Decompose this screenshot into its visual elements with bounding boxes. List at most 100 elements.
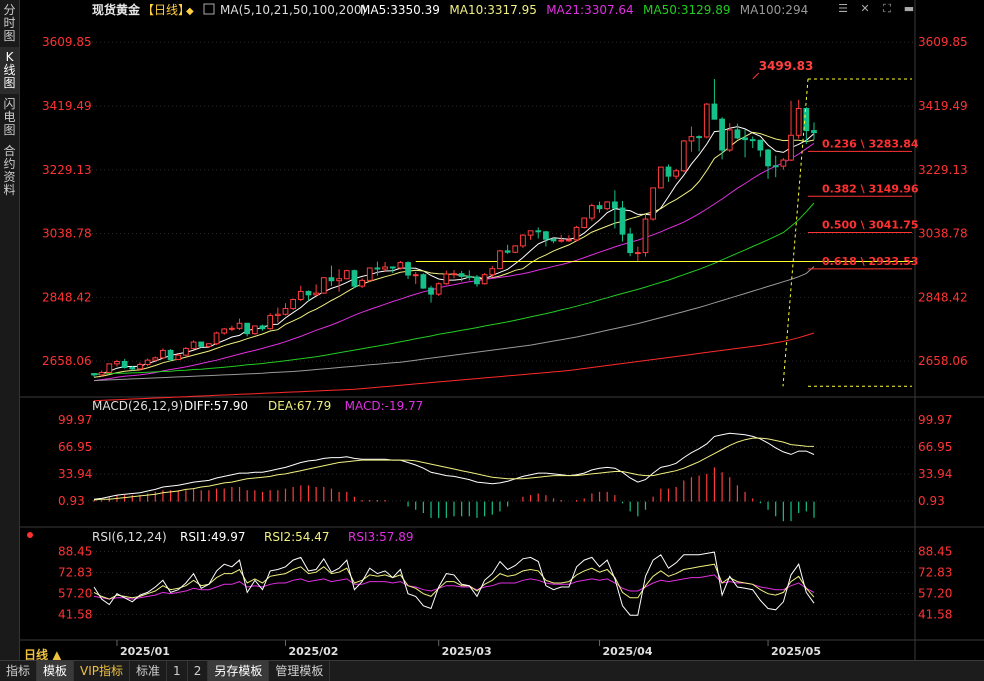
rsi-y-tick-right: 88.45 xyxy=(918,544,952,558)
rsi2-line xyxy=(93,563,815,600)
candle-body xyxy=(673,170,680,177)
ma-legend-ma100: MA100:294 xyxy=(740,3,808,17)
candle-body xyxy=(550,238,557,242)
candle-body xyxy=(466,275,473,278)
candle-body xyxy=(313,292,320,296)
candle xyxy=(175,353,182,361)
candle-body xyxy=(359,279,365,287)
ma-line-ma5 xyxy=(93,126,815,376)
candle-body xyxy=(543,231,549,240)
bottom-item-2[interactable]: 2 xyxy=(188,661,209,681)
candle xyxy=(198,341,205,348)
candle xyxy=(221,327,228,335)
candle-body xyxy=(274,313,281,317)
candle xyxy=(680,139,687,173)
candle-body xyxy=(397,262,404,269)
candle-body xyxy=(213,332,220,345)
candle xyxy=(512,245,519,254)
candle xyxy=(619,200,626,242)
candle-body xyxy=(251,325,258,335)
candle xyxy=(497,249,503,270)
candle-body xyxy=(91,373,97,376)
bottom-item-save-template[interactable]: 另存模板 xyxy=(208,661,270,681)
candle-body xyxy=(435,283,442,295)
bottom-item-template[interactable]: 模板 xyxy=(37,661,75,681)
candle-body xyxy=(259,325,266,330)
candle-body xyxy=(198,341,205,347)
candle-body xyxy=(573,226,580,241)
ma-line-ma50 xyxy=(94,202,815,375)
rsi-legend-rsi2: RSI2:54.47 xyxy=(264,530,330,544)
candle-body xyxy=(382,266,388,270)
candle-body xyxy=(458,273,465,277)
candle-body xyxy=(121,360,128,369)
candle xyxy=(466,270,473,281)
candle-body xyxy=(420,274,427,289)
candle-body xyxy=(305,290,312,296)
bottom-item-1[interactable]: 1 xyxy=(167,661,188,681)
candle xyxy=(749,136,756,149)
macd-legend-macd: MACD:-19.77 xyxy=(345,399,424,413)
candle xyxy=(336,269,342,292)
candle xyxy=(596,201,603,213)
candle xyxy=(374,261,381,276)
candle-body xyxy=(765,149,771,167)
candle-body xyxy=(405,262,411,276)
candle xyxy=(121,358,128,369)
candle xyxy=(160,348,166,360)
candle-body xyxy=(267,315,274,330)
candle-body xyxy=(244,322,251,335)
rsi-y-tick-right: 41.58 xyxy=(918,607,952,621)
candle xyxy=(397,260,404,270)
chart-area[interactable]: 3609.85 3609.85 3419.49 3419.49 3229.13 3229.… xyxy=(0,0,984,680)
candle xyxy=(328,265,335,287)
candle xyxy=(634,246,641,261)
candle xyxy=(696,135,702,152)
candle xyxy=(412,272,419,285)
candle xyxy=(428,285,434,303)
bottom-item-standard[interactable]: 标准 xyxy=(130,661,168,681)
bottom-item-indicators[interactable]: 指标 xyxy=(0,661,38,681)
candle-body xyxy=(106,363,113,374)
candle xyxy=(757,139,764,157)
main-y-tick-right: 3609.85 xyxy=(918,35,968,49)
candle-body xyxy=(152,357,159,361)
candle xyxy=(665,164,672,182)
bottom-item-vip-indicators[interactable]: VIP指标 xyxy=(74,661,131,681)
main-y-tick-right: 2848.42 xyxy=(918,290,968,304)
candle xyxy=(91,373,97,377)
candle xyxy=(573,225,580,242)
candle xyxy=(642,213,649,257)
candle-body xyxy=(611,201,618,209)
candle-body xyxy=(619,207,626,235)
candle xyxy=(190,340,197,350)
macd-y-tick-left: 0.93 xyxy=(58,494,85,508)
candle-body xyxy=(290,298,297,310)
macd-legend-dea: DEA:67.79 xyxy=(268,399,331,413)
candle-body xyxy=(749,139,756,142)
candle xyxy=(183,347,189,357)
candle xyxy=(359,278,365,289)
x-tick-label: 2025/04 xyxy=(603,645,653,658)
rsi-y-tick-right: 57.20 xyxy=(918,586,952,600)
candle-body xyxy=(520,234,526,247)
candle-body xyxy=(190,341,197,349)
candle-body xyxy=(481,274,488,285)
candle-body xyxy=(160,349,166,359)
candle-body xyxy=(366,267,373,281)
candle xyxy=(259,324,266,331)
candle-body xyxy=(788,134,794,161)
bottom-item-manage-template[interactable]: 管理模板 xyxy=(269,661,331,681)
candle-body xyxy=(696,136,702,139)
candle-body xyxy=(512,245,519,253)
candle-body xyxy=(98,372,105,376)
candle-body xyxy=(167,349,174,360)
rsi3-line xyxy=(93,574,815,600)
candle-body xyxy=(328,277,335,282)
main-indicator-name: MA(5,10,21,50,100,200) xyxy=(220,3,366,17)
candle xyxy=(588,203,595,221)
rsi-settings-dot xyxy=(27,532,33,538)
candle xyxy=(520,234,526,248)
candle-body xyxy=(742,137,748,141)
candle-body xyxy=(412,274,419,277)
